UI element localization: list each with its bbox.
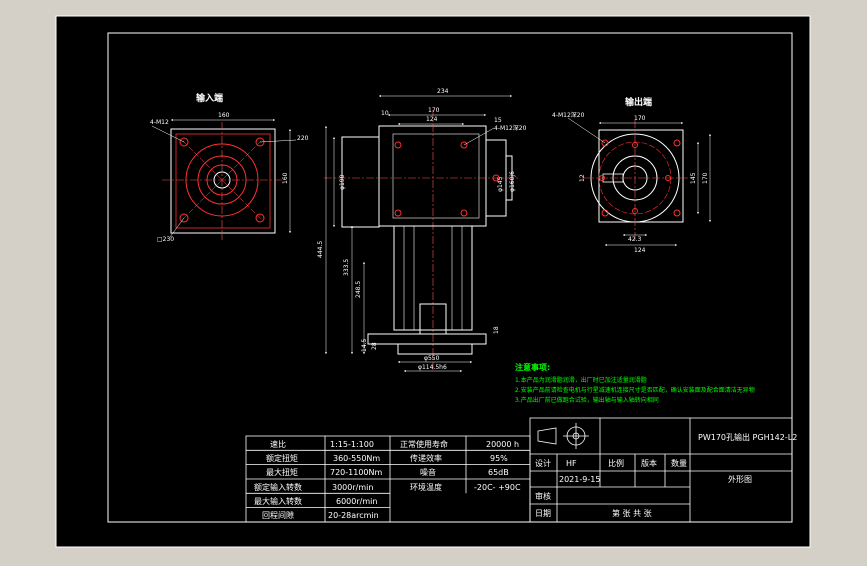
spec-value-5: 6000r/min (336, 497, 377, 506)
input-dim-top: 160 (218, 112, 230, 119)
input-callout-diag: 220 (297, 135, 309, 142)
drawing-sheet: 输入端 160 160 4-M12 220 □230 234 170 124 1… (55, 15, 811, 548)
front-dim-hmid: 333.5 (343, 259, 350, 276)
front-dim-right-15: 15 (494, 117, 502, 124)
output-dim-bottom: 124 (634, 247, 646, 254)
sheet-text: 第 张 共 张 (612, 508, 652, 518)
front-dim-left-10: 10 (381, 110, 389, 117)
qty-label: 数量 (671, 458, 687, 468)
drawing-title: PW170孔输出 PGH142-L2 (698, 432, 797, 442)
design-label: 设计 (535, 458, 551, 468)
spec-value2-4: -20C- +90C (474, 483, 521, 492)
front-dim-dleft: φ190 (339, 174, 346, 190)
front-dim-hflange: 14.5 (361, 338, 368, 352)
input-end-title: 输入端 (196, 92, 223, 104)
front-dim-bottom-1: φ550 (424, 355, 440, 362)
spec-label-6: 回程间隙 (262, 510, 294, 520)
front-dim-hlow: 248.5 (355, 281, 362, 298)
design-value: HF (566, 459, 577, 468)
spec-value-4: 3000r/min (332, 483, 373, 492)
spec-label-2: 额定扭矩 (266, 453, 298, 463)
spec-label-4: 额定输入转数 (254, 482, 302, 492)
spec-label-3: 最大扭矩 (266, 467, 298, 477)
notes-title: 注意事项: (515, 362, 550, 372)
spec-label-5: 最大输入转数 (254, 496, 302, 506)
output-dim-r1: 145 (690, 172, 697, 184)
front-dim-htotal: 444.5 (317, 241, 324, 258)
date-value: 2021-9-15 (559, 475, 600, 484)
input-callout-bolt: □230 (157, 236, 174, 243)
spec-value2-3: 65dB (488, 468, 509, 477)
review-label: 审核 (535, 491, 551, 501)
front-dim-170: 170 (428, 107, 440, 114)
front-dim-overall: 234 (437, 88, 449, 95)
output-dim-side: 12 (579, 174, 586, 182)
spec-value-2: 360-550Nm (333, 454, 380, 463)
spec-value-6: 20-28arcmin (328, 511, 379, 520)
spec-value-1: 1:15-1:100 (330, 440, 374, 449)
output-dim-top: 170 (634, 115, 646, 122)
front-dim-side-18: 18 (493, 326, 500, 334)
spec-label2-1: 正常使用寿命 (400, 439, 448, 449)
note-item-2: 2.安装产品前请检查电机与行星减速机连接尺寸是否匹配，确认安装面及配合面清洁无异… (515, 386, 755, 394)
spec-label2-3: 噪音 (420, 467, 436, 477)
version-label: 版本 (641, 458, 657, 468)
front-dim-dright-1: φ160j6 (509, 171, 516, 192)
spec-label2-4: 环境温度 (410, 482, 442, 492)
ratio-label: 比例 (608, 458, 624, 468)
date-label: 日期 (535, 509, 551, 518)
front-holes-callout: 4-M12深20 (494, 124, 527, 132)
front-dim-dright-2: φ145 (497, 176, 504, 192)
cad-drawing-window: 输入端 160 160 4-M12 220 □230 234 170 124 1… (0, 0, 867, 562)
spec-value-3: 720-1100Nm (330, 468, 383, 477)
note-item-3: 3.产品出厂前已做跑合试验，输出轴与输入轴转向相同 (515, 396, 659, 404)
spec-value2-2: 95% (490, 454, 508, 463)
input-callout-holes: 4-M12 (150, 119, 169, 126)
front-dim-bottom-2: φ114.5h6 (418, 364, 447, 371)
note-item-1: 1.本产品为润滑脂润滑，出厂时已加注适量润滑脂 (515, 376, 647, 384)
spec-label2-2: 传递效率 (410, 453, 442, 463)
output-dim-key: 42.3 (628, 236, 642, 243)
output-holes-callout: 4-M12深20 (552, 111, 585, 119)
input-dim-right: 160 (282, 172, 289, 184)
spec-label-1: 速比 (270, 439, 286, 449)
output-dim-r2: 170 (702, 172, 709, 184)
output-end-title: 输出端 (625, 96, 652, 108)
spec-value2-1: 20000 h (486, 440, 519, 449)
front-dim-hbase: 28 (371, 342, 378, 350)
drawing-name: 外形图 (728, 474, 752, 484)
front-dim-124: 124 (426, 116, 438, 123)
